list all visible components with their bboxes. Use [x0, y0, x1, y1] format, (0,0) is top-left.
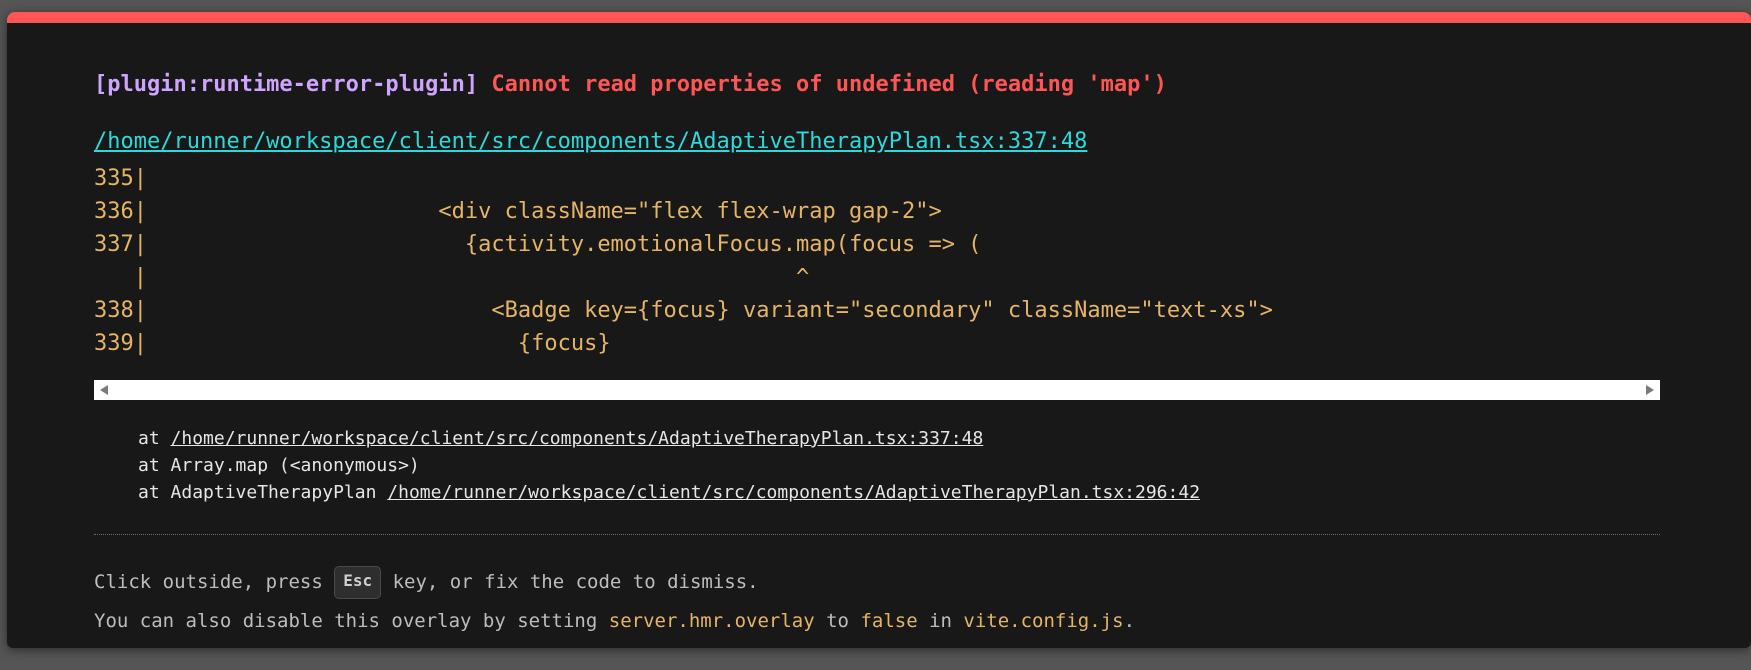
config-key: server.hmr.overlay — [608, 610, 815, 632]
code-line-336: 336| <div className="flex flex-wrap gap-… — [94, 199, 942, 224]
code-line-338: 338| <Badge key={focus} variant="seconda… — [94, 298, 1273, 323]
code-line-335: 335| — [94, 166, 147, 191]
code-frame: 335| 336| <div className="flex flex-wrap… — [94, 165, 1660, 365]
stack-prefix: at — [138, 428, 171, 449]
stack-file-link[interactable]: /home/runner/workspace/client/src/compon… — [387, 482, 1200, 503]
disable-overlay-tip: You can also disable this overlay by set… — [94, 610, 1136, 632]
scroll-left-arrow-icon[interactable] — [100, 385, 108, 395]
stack-frame: at AdaptiveTherapyPlan /home/runner/work… — [138, 481, 1200, 505]
stack-file-link[interactable]: /home/runner/workspace/client/src/compon… — [171, 428, 984, 449]
code-caret-line: | ^ — [94, 265, 810, 290]
stack-function-name: Array.map (<anonymous>) — [170, 455, 420, 476]
stack-prefix: at — [138, 482, 171, 503]
code-line-337: 337| {activity.emotionalFocus.map(focus … — [94, 232, 982, 257]
scroll-right-arrow-icon[interactable] — [1646, 385, 1654, 395]
stack-function-name: AdaptiveTherapyPlan — [170, 482, 388, 503]
error-overlay-window: [plugin:runtime-error-plugin] Cannot rea… — [7, 12, 1751, 648]
error-text: Cannot read properties of undefined (rea… — [491, 72, 1167, 97]
code-frame-scrollbar[interactable] — [94, 380, 1660, 400]
esc-key-badge: Esc — [334, 566, 382, 599]
stack-prefix: at — [138, 455, 171, 476]
stack-frame: at /home/runner/workspace/client/src/com… — [138, 427, 983, 451]
error-file-link[interactable]: /home/runner/workspace/client/src/compon… — [94, 128, 1087, 156]
code-line-339: 339| {focus} — [94, 331, 611, 356]
config-value: false — [860, 610, 918, 632]
stack-frame: at Array.map (<anonymous>) — [138, 454, 420, 478]
error-message: [plugin:runtime-error-plugin] Cannot rea… — [94, 71, 1167, 99]
plugin-label: [plugin:runtime-error-plugin] — [94, 72, 479, 97]
tip-divider — [94, 534, 1660, 535]
dismiss-tip: Click outside, press Esc key, or fix the… — [94, 566, 759, 599]
config-file: vite.config.js — [963, 610, 1124, 632]
